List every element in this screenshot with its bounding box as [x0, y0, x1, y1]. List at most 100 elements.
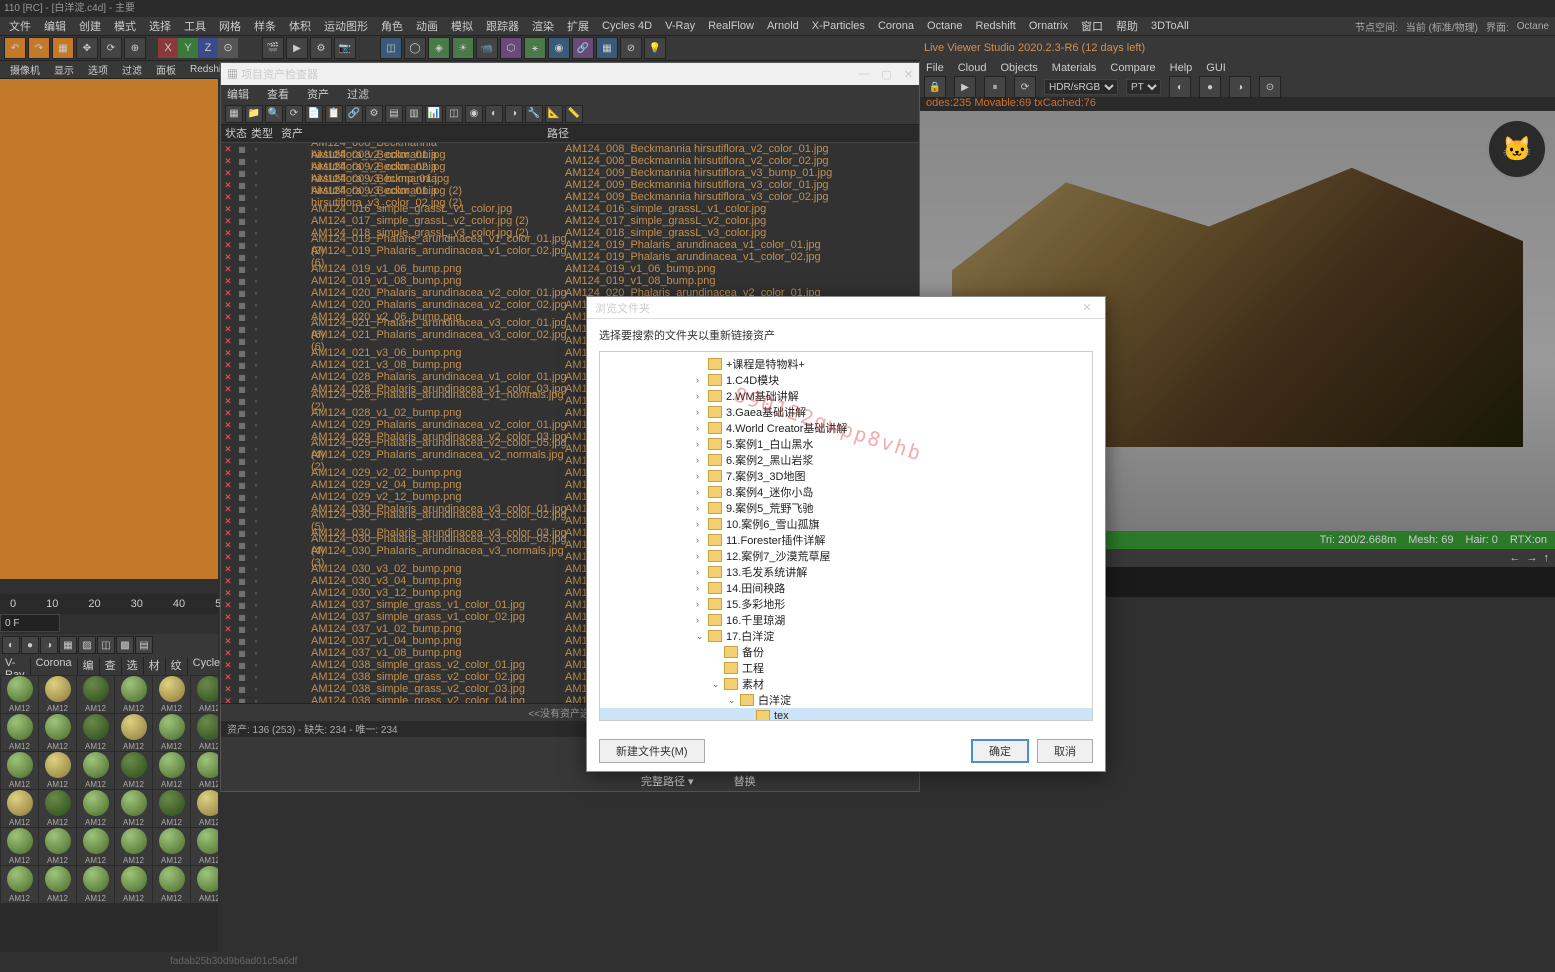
tree-item[interactable]: ⌄17.白洋淀	[600, 628, 1092, 644]
material-cell[interactable]: AM12	[153, 790, 190, 827]
cancel-button[interactable]: 取消	[1037, 739, 1093, 763]
aw-tool-8[interactable]: ▤	[385, 105, 403, 123]
material-cell[interactable]: AM12	[77, 828, 114, 865]
expand-icon[interactable]: ›	[696, 503, 708, 513]
prim-vol[interactable]: ◉	[548, 37, 570, 59]
asset-row[interactable]: ✕▦▫AM124_019_v1_08_bump.pngAM124_019_v1_…	[221, 275, 919, 287]
aw-tool-14[interactable]: ◑	[505, 105, 523, 123]
material-cell[interactable]: AM12	[39, 790, 76, 827]
asset-row[interactable]: ✕▦▫AM124_009_Beckmannia hirsutiflora_v3_…	[221, 191, 919, 203]
lv-menu-Help[interactable]: Help	[1170, 62, 1193, 74]
mat-t4[interactable]: ▦	[59, 636, 77, 654]
aw-tool-0[interactable]: ▦	[225, 105, 243, 123]
material-cell[interactable]: AM12	[77, 676, 114, 713]
submenu-过滤[interactable]: 过滤	[116, 62, 148, 77]
tree-item[interactable]: ›15.多彩地形	[600, 596, 1092, 612]
next-icon[interactable]: →	[1527, 552, 1538, 564]
aw-tool-2[interactable]: 🔍	[265, 105, 283, 123]
tool-render3[interactable]: ⚙	[310, 37, 332, 59]
mat-tab-选择[interactable]: 选择	[122, 657, 144, 675]
aw-tool-1[interactable]: 📁	[245, 105, 263, 123]
menu-样条[interactable]: 样条	[249, 18, 281, 34]
asset-row[interactable]: ✕▦▫AM124_019_v1_06_bump.pngAM124_019_v1_…	[221, 263, 919, 275]
aw-tool-4[interactable]: 📄	[305, 105, 323, 123]
col-type[interactable]: 类型	[251, 125, 281, 142]
material-cell[interactable]: AM12	[39, 828, 76, 865]
menu-窗口[interactable]: 窗口	[1076, 18, 1108, 34]
aw-tool-16[interactable]: 📐	[545, 105, 563, 123]
tool-select[interactable]: ▦	[52, 37, 74, 59]
material-cell[interactable]: AM12	[1, 714, 38, 751]
material-cell[interactable]: AM12	[115, 866, 152, 903]
expand-icon[interactable]: ›	[696, 551, 708, 561]
expand-icon[interactable]: ›	[696, 423, 708, 433]
lv-play[interactable]: ▶	[954, 76, 976, 98]
aw-menu-过滤[interactable]: 过滤	[347, 86, 369, 102]
lv-menu-File[interactable]: File	[926, 62, 944, 74]
expand-icon[interactable]: ›	[696, 375, 708, 385]
menu-编辑[interactable]: 编辑	[39, 18, 71, 34]
mat-tab-纹理[interactable]: 纹理	[166, 657, 188, 675]
close-icon[interactable]: ✕	[904, 68, 913, 81]
material-cell[interactable]: AM12	[115, 676, 152, 713]
pt-select[interactable]: PT	[1126, 79, 1161, 95]
tree-item[interactable]: 工程	[600, 660, 1092, 676]
menu-文件[interactable]: 文件	[4, 18, 36, 34]
tree-item[interactable]: ›14.田间秧路	[600, 580, 1092, 596]
menu-渲染[interactable]: 渲染	[527, 18, 559, 34]
tree-item[interactable]: ›12.案例7_沙漠荒草屋	[600, 548, 1092, 564]
tree-item[interactable]: ›1.C4D模块	[600, 372, 1092, 388]
menu-3DToAll[interactable]: 3DToAll	[1146, 20, 1194, 32]
material-cell[interactable]: AM12	[191, 676, 218, 713]
material-cell[interactable]: AM12	[77, 790, 114, 827]
mat-tab-Corona[interactable]: Corona	[31, 657, 78, 675]
asset-row[interactable]: ✕▦▫AM124_016_simple_grassL_v1_color.jpgA…	[221, 203, 919, 215]
expand-icon[interactable]: ›	[696, 535, 708, 545]
material-cell[interactable]: AM12	[115, 828, 152, 865]
expand-icon[interactable]: ›	[696, 487, 708, 497]
menu-扩展[interactable]: 扩展	[562, 18, 594, 34]
expand-icon[interactable]: ›	[696, 391, 708, 401]
tree-item[interactable]: ›6.案例2_黑山岩浆	[600, 452, 1092, 468]
material-cell[interactable]: AM12	[191, 752, 218, 789]
prim-tag[interactable]: 🔗	[572, 37, 594, 59]
submenu-选项[interactable]: 选项	[82, 62, 114, 77]
material-cell[interactable]: AM12	[1, 676, 38, 713]
prim-null[interactable]: ⊘	[620, 37, 642, 59]
menu-X-Particles[interactable]: X-Particles	[807, 20, 870, 32]
menu-Ornatrix[interactable]: Ornatrix	[1024, 20, 1073, 32]
tree-item[interactable]: ›10.案例6_雪山孤旗	[600, 516, 1092, 532]
lv-menu-Materials[interactable]: Materials	[1052, 62, 1097, 74]
tree-item[interactable]: ⌄白洋淀	[600, 692, 1092, 708]
up-icon[interactable]: ↑	[1544, 552, 1550, 564]
menu-创建[interactable]: 创建	[74, 18, 106, 34]
material-cell[interactable]: AM12	[1, 790, 38, 827]
material-cell[interactable]: AM12	[1, 866, 38, 903]
mat-t2[interactable]: ●	[21, 636, 39, 654]
new-folder-button[interactable]: 新建文件夹(M)	[599, 739, 705, 763]
material-cell[interactable]: AM12	[153, 752, 190, 789]
prim-deform[interactable]: ◈	[428, 37, 450, 59]
hdr-select[interactable]: HDR/sRGB	[1044, 79, 1118, 95]
material-cell[interactable]: AM12	[77, 866, 114, 903]
material-cell[interactable]: AM12	[191, 714, 218, 751]
mat-t7[interactable]: ▩	[116, 636, 134, 654]
material-cell[interactable]: AM12	[191, 790, 218, 827]
path-mode[interactable]: 完整路径 ▾	[641, 773, 694, 789]
max-icon[interactable]: ▢	[881, 68, 891, 81]
asset-row[interactable]: ✕▦▫AM124_017_simple_grassL_v2_color.jpg …	[221, 215, 919, 227]
col-path[interactable]: 路径	[541, 125, 919, 142]
aw-tool-13[interactable]: ◐	[485, 105, 503, 123]
min-icon[interactable]: —	[858, 68, 869, 81]
prim-mograph[interactable]: ⚹	[524, 37, 546, 59]
material-cell[interactable]: AM12	[77, 752, 114, 789]
col-status[interactable]: 状态	[221, 125, 251, 142]
menu-Corona[interactable]: Corona	[873, 20, 919, 32]
mat-tab-查看[interactable]: 查看	[100, 657, 122, 675]
prim-grid[interactable]: ▦	[596, 37, 618, 59]
lv-i4[interactable]: ⊙	[1259, 76, 1281, 98]
mat-tab-编辑[interactable]: 编辑	[78, 657, 100, 675]
material-cell[interactable]: AM12	[115, 752, 152, 789]
viewport-selection[interactable]	[0, 79, 218, 579]
submenu-面板[interactable]: 面板	[150, 62, 182, 77]
